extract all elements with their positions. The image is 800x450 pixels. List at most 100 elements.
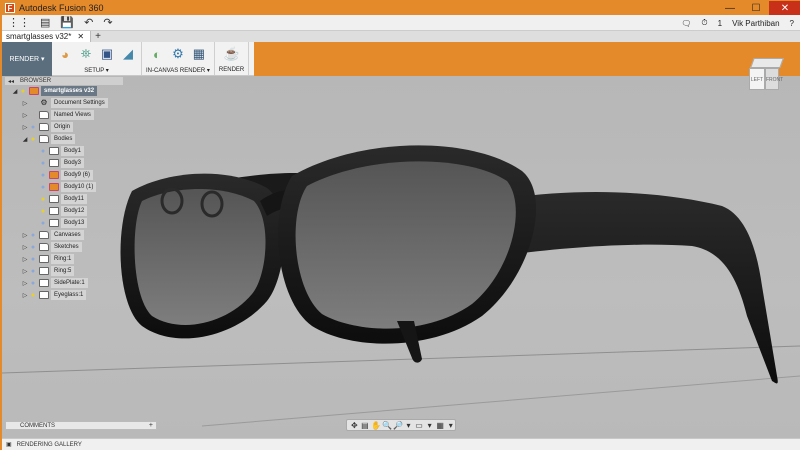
tree-item[interactable]: ◢ ● Bodies [5,133,123,145]
user-menu[interactable]: Vik Parthiban [732,19,779,28]
close-button[interactable]: ✕ [769,1,800,15]
tree-item[interactable]: ▷ Named Views [5,109,123,121]
expand-arrow-icon[interactable]: ▷ [21,292,29,299]
zoom-dropdown-icon[interactable]: ▾ [404,421,413,430]
visibility-bulb-icon[interactable]: ● [29,256,37,263]
visibility-bulb-icon[interactable]: ● [29,292,37,299]
tree-item[interactable]: ● Body13 [5,217,123,229]
expand-arrow-icon[interactable]: ◢ [21,136,29,143]
orbit-icon[interactable]: ✥ [350,421,359,430]
viewcube-top-face[interactable] [750,58,784,68]
visibility-bulb-icon[interactable]: ● [29,280,37,287]
render-panel-label[interactable]: RENDER [219,67,244,73]
zoom-icon[interactable]: 🔍 [382,421,392,430]
visibility-bulb-icon[interactable]: ● [19,88,27,95]
pan-hand-icon[interactable]: ✋ [371,421,381,430]
grid-dropdown-icon[interactable]: ▾ [446,421,455,430]
expand-arrow-icon[interactable]: ▷ [21,244,29,251]
tree-item[interactable]: ▷ ● Eyeglass:1 [5,289,123,301]
browser-panel: ◂◂ BROWSER ◢ ● smartglasses v32 ▷ ⚙ Document … [5,77,123,301]
visibility-bulb-icon[interactable]: ● [39,160,47,167]
display-settings-icon[interactable]: ▭ [415,421,424,430]
expand-arrow-icon[interactable]: ▷ [21,100,29,107]
box-icon [39,267,49,275]
data-panel-grid-icon[interactable]: ⋮⋮ [8,15,30,31]
expand-arrow-icon[interactable]: ▷ [21,112,29,119]
rendering-gallery-bar[interactable]: ▣ RENDERING GALLERY [2,438,800,450]
tree-item[interactable]: ▷ ● Canvases [5,229,123,241]
box-icon [39,279,49,287]
texture-map-icon[interactable]: ◢ [119,45,137,63]
folder-icon [39,231,49,239]
visibility-bulb-icon[interactable]: ● [29,232,37,239]
expand-arrow-icon[interactable]: ▷ [21,256,29,263]
visibility-bulb-icon[interactable]: ● [29,136,37,143]
visibility-bulb-icon[interactable]: ● [29,124,37,131]
tree-item[interactable]: ● Body12 [5,205,123,217]
expand-arrow-icon[interactable]: ◢ [11,88,19,95]
visibility-bulb-icon[interactable]: ● [39,196,47,203]
job-status-clock-icon[interactable]: ⏱ [701,18,707,28]
viewcube[interactable]: LEFT FRONT [746,58,786,94]
render-teapot-icon[interactable]: ☕ [223,45,241,63]
save-icon[interactable]: 💾 [60,15,74,31]
tree-item[interactable]: ▷ ● Origin [5,121,123,133]
appearance-icon[interactable]: ◕ [56,45,74,63]
scene-settings-icon[interactable]: ⛯ [77,45,95,63]
tree-item[interactable]: ● Body9 (6) [5,169,123,181]
folder-icon [39,123,49,131]
visibility-bulb-icon[interactable]: ● [39,184,47,191]
render-settings-gear-icon[interactable]: ⚙ [169,45,187,63]
display-dropdown-icon[interactable]: ▾ [425,421,434,430]
tree-item[interactable]: ● Body11 [5,193,123,205]
fit-zoom-icon[interactable]: 🔎 [393,421,403,430]
in-canvas-render-panel: ◐ ⚙ ▦ IN-CANVAS RENDER ▾ [142,42,215,75]
browser-collapse-icon[interactable]: ◂◂ [8,78,14,85]
visibility-bulb-icon[interactable]: ● [39,220,47,227]
expand-arrow-icon[interactable]: ▷ [21,124,29,131]
tree-item[interactable]: ▷ ● SidePlate:1 [5,277,123,289]
chat-icon[interactable]: 🗨 [681,19,691,28]
add-comment-icon[interactable]: + [149,422,153,430]
new-tab-button[interactable]: + [95,31,101,42]
visibility-bulb-icon[interactable]: ● [29,244,37,251]
tree-item[interactable]: ● Body3 [5,157,123,169]
in-canvas-render-label[interactable]: IN-CANVAS RENDER ▾ [146,67,210,74]
in-canvas-render-icon[interactable]: ◐ [148,45,166,63]
tree-item[interactable]: ● Body10 (1) [5,181,123,193]
visibility-bulb-icon[interactable]: ● [39,208,47,215]
maximize-button[interactable]: ☐ [743,1,769,15]
box-icon [49,159,59,167]
tree-item[interactable]: ▷ ● Sketches [5,241,123,253]
comments-panel[interactable]: COMMENTS + [5,421,157,430]
tree-item[interactable]: ▷ ● Ring:1 [5,253,123,265]
decal-icon[interactable]: ▣ [98,45,116,63]
setup-panel-label[interactable]: SETUP ▾ [84,67,109,74]
tree-item[interactable]: ◢ ● smartglasses v32 [5,85,123,97]
tree-item-label: Ring:5 [51,266,75,276]
grid-settings-icon[interactable]: ▦ [436,421,445,430]
undo-icon[interactable]: ↶ [84,15,93,31]
expand-arrow-icon[interactable]: ▷ [21,232,29,239]
tree-item[interactable]: ● Body1 [5,145,123,157]
minimize-button[interactable]: — [717,1,743,15]
tree-item[interactable]: ▷ ⚙ Document Settings [5,97,123,109]
navigation-bar: ✥ ▤ ✋ 🔍 🔎 ▾ ▭ ▾ ▦ ▾ [346,419,456,431]
viewcube-front-face[interactable]: FRONT [765,68,783,90]
warn-icon [49,183,59,191]
visibility-bulb-icon[interactable]: ● [29,268,37,275]
look-at-icon[interactable]: ▤ [361,421,370,430]
file-menu-icon[interactable]: ▤ [40,15,50,31]
help-icon[interactable]: ? [790,19,794,28]
redo-icon[interactable]: ↷ [103,15,112,31]
capture-image-icon[interactable]: ▦ [190,45,208,63]
workspace-switcher[interactable]: RENDER ▾ [2,42,52,76]
tab-close-icon[interactable]: ✕ [77,31,84,42]
expand-arrow-icon[interactable]: ▷ [21,268,29,275]
visibility-bulb-icon[interactable]: ● [39,172,47,179]
tab-smartglasses[interactable]: smartglasses v32* ✕ [2,31,92,42]
viewcube-left-face[interactable]: LEFT [749,68,765,90]
tree-item[interactable]: ▷ ● Ring:5 [5,265,123,277]
visibility-bulb-icon[interactable]: ● [39,148,47,155]
expand-arrow-icon[interactable]: ▷ [21,280,29,287]
